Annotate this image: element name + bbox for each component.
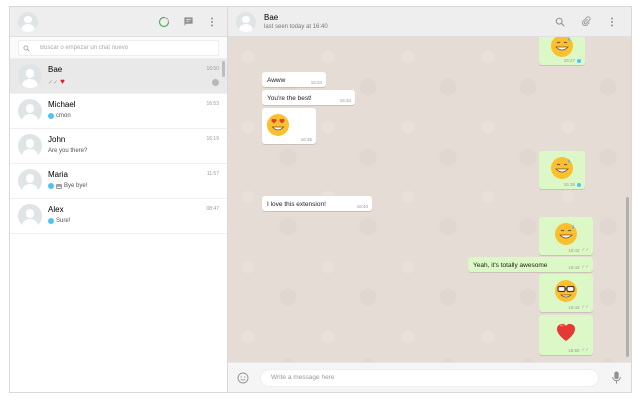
avatar: [18, 204, 42, 228]
chat-list: Bae 16:50 ✓✓ ♥ Michael 16:53 cmon John 1…: [10, 59, 227, 392]
chat-preview-text: Bye bye!: [64, 183, 88, 189]
chat-item-maria[interactable]: Maria 11:57 ▬ Bye bye!: [10, 164, 227, 199]
heart-icon: ♥: [60, 77, 65, 86]
status-refresh-icon[interactable]: [157, 15, 171, 29]
search-input[interactable]: [40, 45, 200, 51]
attach-icon[interactable]: [579, 15, 593, 29]
heart-eyes-emoji: [267, 114, 289, 136]
menu-icon[interactable]: [605, 15, 619, 29]
microphone-icon[interactable]: [609, 371, 623, 385]
compose-bar: [228, 362, 631, 392]
chat-time: 11:57: [206, 171, 219, 177]
chat-preview: ▬ Bye bye!: [48, 183, 87, 189]
message-incoming[interactable]: 16:35: [262, 108, 316, 144]
chat-item-john[interactable]: John 16:19 Are you there?: [10, 129, 227, 164]
message-text: Yeah, it's totally awesome: [473, 262, 548, 269]
chat-preview-text: Sure!: [56, 218, 71, 224]
chat-item-alex[interactable]: Alex 08:47 Sure!: [10, 199, 227, 234]
menu-icon[interactable]: [205, 15, 219, 29]
double-check-icon: ✓✓: [581, 347, 589, 352]
message-time: 16:42: [568, 264, 580, 270]
chat-name: Alex: [48, 205, 64, 214]
message-outgoing[interactable]: 16:42 ✓✓: [539, 274, 593, 312]
sidebar: Bae 16:50 ✓✓ ♥ Michael 16:53: [10, 7, 228, 392]
muted-badge: [212, 79, 219, 86]
chat-preview: Sure!: [48, 218, 70, 224]
avatar: [18, 99, 42, 123]
red-heart-emoji: [557, 324, 575, 341]
search-icon[interactable]: [553, 15, 567, 29]
new-chat-icon[interactable]: [181, 15, 195, 29]
message-outgoing[interactable]: 16:39: [539, 151, 585, 189]
chat-preview: Are you there?: [48, 148, 87, 154]
avatar: [18, 134, 42, 158]
contact-name: Bae: [264, 13, 279, 22]
double-check-icon: ✓✓: [581, 304, 589, 309]
status-dot-icon: [48, 218, 54, 224]
chat-preview: ✓✓ ♥: [48, 78, 65, 86]
chat-name: Bae: [48, 65, 63, 74]
sunglasses-nerd-emoji: [555, 280, 577, 302]
chat-time: 16:19: [206, 136, 219, 142]
double-check-icon: ✓✓: [581, 264, 589, 269]
message-time: 16:42: [568, 247, 580, 253]
message-input[interactable]: [260, 368, 599, 387]
message-time: 16:50: [568, 347, 580, 353]
double-check-icon: ✓✓: [48, 79, 59, 86]
message-outgoing[interactable]: 16:42 ✓✓: [539, 217, 593, 255]
sidebar-header: [10, 7, 227, 37]
message-incoming[interactable]: I love this extension! 16:40: [262, 196, 372, 211]
conversation-scrollbar[interactable]: [626, 197, 629, 357]
message-time: 16:27: [563, 58, 575, 63]
read-status-icon: [577, 182, 581, 187]
message-time: 16:40: [356, 204, 368, 209]
message-incoming[interactable]: You're the best! 16:34: [262, 90, 355, 105]
media-icon: ▬: [56, 183, 62, 189]
status-dot-icon: [48, 113, 54, 119]
message-incoming[interactable]: Awww 16:34: [262, 72, 326, 87]
contact-avatar[interactable]: [236, 11, 256, 32]
conversation-header[interactable]: Bae last seen today at 16:40: [228, 7, 631, 37]
chat-name: Michael: [48, 100, 76, 109]
message-outgoing[interactable]: 16:50 ✓✓: [539, 315, 593, 355]
search-icon[interactable]: [23, 39, 30, 57]
double-check-icon: ✓✓: [581, 247, 589, 252]
message-time: 16:39: [563, 182, 575, 187]
chat-time: 16:50: [206, 66, 219, 72]
chat-name: Maria: [48, 170, 69, 179]
message-time: 16:34: [310, 80, 322, 85]
message-text: Awww: [267, 77, 286, 84]
message-time: 16:35: [300, 137, 312, 142]
my-avatar[interactable]: [18, 11, 38, 32]
message-area[interactable]: 16:27 Awww 16:34 You're the best! 16:34 …: [228, 37, 631, 362]
status-dot-icon: [48, 183, 54, 189]
grin-sweat-emoji: [551, 37, 573, 57]
message-time: 16:34: [339, 98, 351, 103]
message-outgoing[interactable]: 16:27: [539, 37, 585, 65]
avatar: [18, 169, 42, 193]
last-seen-status: last seen today at 16:40: [264, 24, 328, 30]
chat-time: 16:53: [206, 101, 219, 107]
chat-time: 08:47: [206, 206, 219, 212]
conversation-panel: Bae last seen today at 16:40 16:27 Awww …: [228, 7, 631, 392]
avatar: [18, 64, 42, 88]
read-status-icon: [577, 58, 581, 63]
message-text: I love this extension!: [267, 201, 326, 208]
emoji-picker-icon[interactable]: [236, 371, 250, 385]
sidebar-scrollbar[interactable]: [222, 61, 225, 77]
grin-sweat-emoji: [555, 223, 577, 245]
grin-sweat-emoji: [551, 157, 573, 179]
message-outgoing[interactable]: Yeah, it's totally awesome 16:42 ✓✓: [468, 257, 593, 272]
chat-preview-text: Are you there?: [48, 148, 88, 154]
search-bar: [10, 37, 227, 59]
chat-preview-text: cmon: [56, 113, 71, 119]
whatsapp-window: Bae 16:50 ✓✓ ♥ Michael 16:53: [9, 6, 632, 393]
chat-preview: cmon: [48, 113, 71, 119]
message-time: 16:42: [568, 304, 580, 310]
chat-name: John: [48, 135, 66, 144]
message-text: You're the best!: [267, 95, 312, 102]
chat-item-michael[interactable]: Michael 16:53 cmon: [10, 94, 227, 129]
chat-item-bae[interactable]: Bae 16:50 ✓✓ ♥: [10, 59, 227, 94]
